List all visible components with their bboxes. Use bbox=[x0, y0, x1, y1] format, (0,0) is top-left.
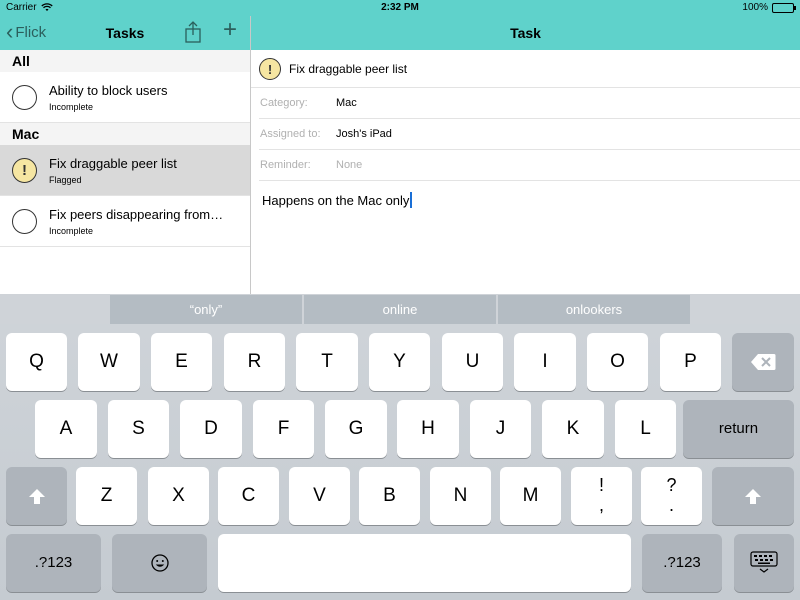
task-row[interactable]: Fix peers disappearing from… Incomplete bbox=[0, 196, 250, 247]
key-q[interactable]: Q bbox=[6, 333, 67, 391]
key-u[interactable]: U bbox=[442, 333, 503, 391]
task-nav-bar: Task bbox=[251, 16, 800, 50]
key-l[interactable]: L bbox=[615, 400, 676, 458]
task-title: Fix draggable peer list bbox=[49, 156, 177, 171]
key-g[interactable]: G bbox=[325, 400, 387, 458]
section-header-mac: Mac bbox=[0, 123, 250, 145]
category-value[interactable]: Mac bbox=[336, 97, 357, 109]
key-b[interactable]: B bbox=[359, 467, 420, 525]
key-p[interactable]: P bbox=[660, 333, 721, 391]
numbers-key-right[interactable]: .?123 bbox=[642, 534, 722, 592]
shift-key-left[interactable] bbox=[6, 467, 67, 525]
key-i[interactable]: I bbox=[514, 333, 576, 391]
key-v[interactable]: V bbox=[289, 467, 350, 525]
incomplete-circle-icon[interactable] bbox=[12, 85, 37, 110]
task-title: Fix peers disappearing from… bbox=[49, 207, 224, 222]
task-status: Flagged bbox=[49, 175, 82, 185]
assigned-label: Assigned to: bbox=[260, 128, 321, 140]
key-k[interactable]: K bbox=[542, 400, 604, 458]
reminder-row[interactable]: Reminder: None bbox=[259, 150, 800, 181]
task-status: Incomplete bbox=[49, 226, 94, 236]
key-m[interactable]: M bbox=[500, 467, 561, 525]
shift-key-right[interactable] bbox=[712, 467, 794, 525]
status-bar: Carrier 2:32 PM 100% bbox=[0, 0, 800, 16]
flag-icon[interactable]: ! bbox=[12, 158, 37, 183]
notes-text-area[interactable]: Happens on the Mac only bbox=[262, 192, 413, 208]
status-time: 2:32 PM bbox=[381, 2, 419, 13]
key-o[interactable]: O bbox=[587, 333, 648, 391]
battery-icon bbox=[772, 2, 796, 13]
reminder-label: Reminder: bbox=[260, 159, 311, 171]
assigned-row[interactable]: Assigned to: Josh's iPad bbox=[259, 119, 800, 150]
backspace-key[interactable] bbox=[732, 333, 794, 391]
key-question-period[interactable]: ? . bbox=[641, 467, 702, 525]
backspace-icon bbox=[751, 354, 776, 370]
emoji-icon bbox=[150, 554, 169, 572]
key-x[interactable]: X bbox=[148, 467, 209, 525]
key-c[interactable]: C bbox=[218, 467, 279, 525]
return-key[interactable]: return bbox=[683, 400, 794, 458]
key-t[interactable]: T bbox=[296, 333, 358, 391]
text-caret bbox=[410, 192, 413, 208]
shift-icon bbox=[745, 489, 761, 504]
numbers-key-left[interactable]: .?123 bbox=[6, 534, 101, 592]
reminder-value[interactable]: None bbox=[336, 159, 362, 171]
key-n[interactable]: N bbox=[430, 467, 491, 525]
space-bar[interactable] bbox=[218, 534, 631, 592]
category-row[interactable]: Category: Mac bbox=[259, 88, 800, 119]
key-punct-bottom: , bbox=[598, 495, 604, 515]
task-status: Incomplete bbox=[49, 102, 94, 112]
emoji-key[interactable] bbox=[112, 534, 207, 592]
shift-icon bbox=[28, 489, 45, 504]
task-row-selected[interactable]: ! Fix draggable peer list Flagged bbox=[0, 145, 250, 196]
section-header-all: All bbox=[0, 50, 250, 72]
suggestion-bar: “only” online onlookers bbox=[0, 294, 800, 324]
key-exclamation-comma[interactable]: ! , bbox=[571, 467, 632, 525]
keyboard-dismiss-icon bbox=[750, 551, 778, 573]
key-punct-bottom: . bbox=[668, 495, 674, 515]
tasks-title: Tasks bbox=[105, 25, 145, 41]
key-h[interactable]: H bbox=[397, 400, 459, 458]
share-icon[interactable] bbox=[183, 21, 203, 43]
key-a[interactable]: A bbox=[35, 400, 97, 458]
key-w[interactable]: W bbox=[78, 333, 140, 391]
task-detail: ! Fix draggable peer list Category: Mac … bbox=[251, 50, 800, 294]
key-y[interactable]: Y bbox=[369, 333, 430, 391]
tasks-nav-bar: ‹ Flick Tasks + bbox=[0, 16, 250, 50]
flag-icon[interactable]: ! bbox=[259, 58, 281, 80]
detail-task-title[interactable]: Fix draggable peer list bbox=[289, 62, 407, 76]
task-detail-title: Task bbox=[510, 25, 541, 41]
key-d[interactable]: D bbox=[180, 400, 242, 458]
task-row[interactable]: Ability to block users Incomplete bbox=[0, 72, 250, 123]
key-punct-top: ! bbox=[598, 475, 604, 495]
key-z[interactable]: Z bbox=[76, 467, 137, 525]
key-s[interactable]: S bbox=[108, 400, 169, 458]
task-title: Ability to block users bbox=[49, 83, 168, 98]
notes-text: Happens on the Mac only bbox=[262, 193, 410, 208]
battery-percent: 100% bbox=[742, 2, 768, 13]
suggestion-2[interactable]: online bbox=[304, 295, 496, 324]
key-f[interactable]: F bbox=[253, 400, 314, 458]
on-screen-keyboard: “only” online onlookers Q W E R T Y U I … bbox=[0, 294, 800, 600]
key-e[interactable]: E bbox=[151, 333, 212, 391]
assigned-value[interactable]: Josh's iPad bbox=[336, 128, 392, 140]
category-label: Category: bbox=[260, 97, 308, 109]
key-r[interactable]: R bbox=[224, 333, 285, 391]
key-punct-top: ? bbox=[666, 475, 677, 495]
detail-title-row[interactable]: ! Fix draggable peer list bbox=[251, 50, 800, 88]
dismiss-keyboard-key[interactable] bbox=[734, 534, 794, 592]
suggestion-3[interactable]: onlookers bbox=[498, 295, 690, 324]
add-task-button[interactable]: + bbox=[220, 18, 240, 43]
incomplete-circle-icon[interactable] bbox=[12, 209, 37, 234]
key-j[interactable]: J bbox=[470, 400, 531, 458]
task-list: All Ability to block users Incomplete Ma… bbox=[0, 50, 250, 294]
suggestion-1[interactable]: “only” bbox=[110, 295, 302, 324]
status-right: 100% bbox=[742, 2, 796, 13]
header-bar: Carrier 2:32 PM 100% ‹ Flick Tasks + Tas… bbox=[0, 0, 800, 50]
